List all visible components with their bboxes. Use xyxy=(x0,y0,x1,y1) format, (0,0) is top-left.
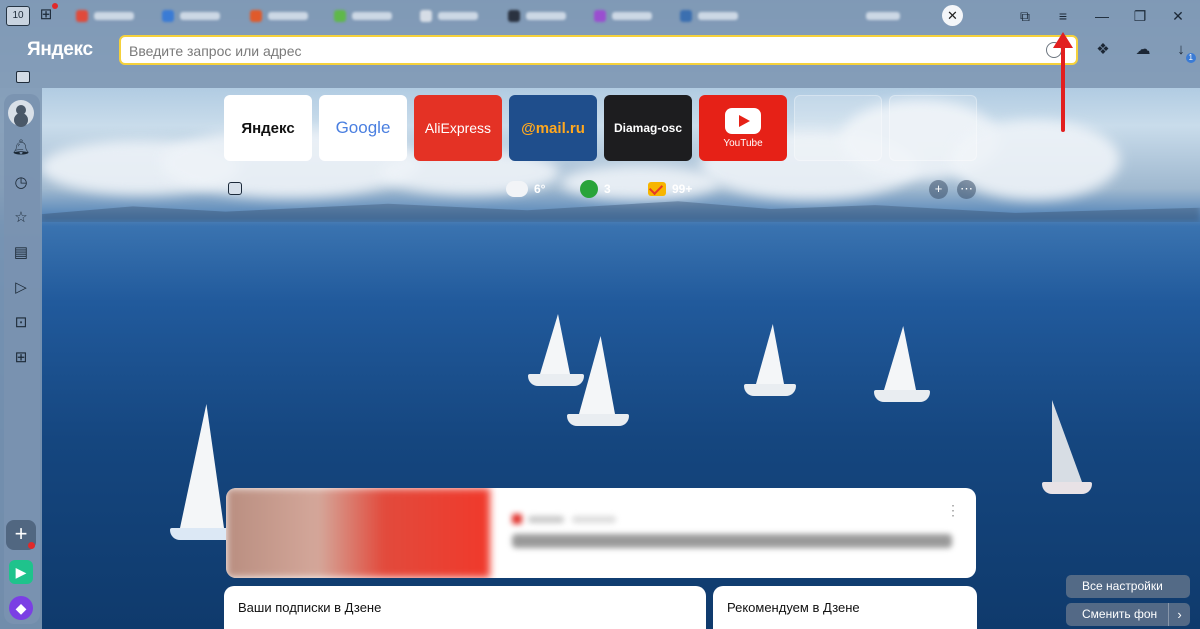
tile-label: @mail.ru xyxy=(521,119,585,137)
restore-icon[interactable]: ❐ xyxy=(1130,6,1150,26)
add-app-button[interactable]: + xyxy=(6,520,36,550)
downloads-icon[interactable]: ↓ 1 xyxy=(1170,39,1196,63)
tab-counter-button[interactable]: 10 xyxy=(6,6,30,26)
zen-recommended-card[interactable]: Рекомендуем в Дзене xyxy=(713,586,977,629)
zen-recommended-title: Рекомендуем в Дзене xyxy=(727,600,860,615)
browser-tab[interactable] xyxy=(594,7,652,25)
tile-label: YouTube xyxy=(723,137,763,149)
all-settings-button[interactable]: Все настройки xyxy=(1066,575,1190,598)
zen-subscriptions-title: Ваши подписки в Дзене xyxy=(238,600,382,615)
tile-label: Яндекс xyxy=(241,119,295,137)
all-settings-label: Все настройки xyxy=(1082,579,1163,593)
notification-dot xyxy=(52,3,58,9)
browser-tab[interactable] xyxy=(162,7,220,25)
traffic-widget[interactable]: 3 xyxy=(580,178,611,200)
red-arrow-shaft xyxy=(1061,40,1065,132)
new-tab-icon[interactable]: ⊞ xyxy=(36,3,58,25)
play-video-icon[interactable]: ▷ xyxy=(8,275,34,301)
traffic-light-icon xyxy=(580,180,598,198)
tile-aliexpress[interactable]: AliExpress xyxy=(414,95,502,161)
youtube-play-icon xyxy=(725,107,761,134)
messenger-app-icon[interactable]: ▶ xyxy=(9,560,33,584)
weather-widget[interactable]: 6° xyxy=(506,175,546,200)
profile-icon[interactable]: ☁ xyxy=(1132,39,1154,61)
omnibox[interactable] xyxy=(119,35,1078,65)
tile-label: AliExpress xyxy=(424,120,492,136)
alice-assistant-icon[interactable]: ◆ xyxy=(9,596,33,620)
browser-tab[interactable] xyxy=(508,7,566,25)
sidebar: 🔔︎ ◷ ☆ ▤ ▷ ⊡ ⊞ + ▶ ◆ xyxy=(0,88,42,629)
tile-diamag[interactable]: Diamag-osc xyxy=(604,95,692,161)
browser-tab[interactable] xyxy=(866,7,900,25)
browser-tab[interactable] xyxy=(250,7,308,25)
screenshot-camera-icon[interactable]: ⊡ xyxy=(8,310,34,336)
minimize-icon[interactable]: — xyxy=(1092,6,1112,26)
traffic-score: 3 xyxy=(604,182,611,196)
address-bar-row: Яндекс ❖ ☁ ↓1 xyxy=(0,32,1200,68)
more-options-icon[interactable]: ⋮ xyxy=(946,502,960,519)
tile-empty[interactable] xyxy=(794,95,882,161)
tab-bar: 10 ⊞ ✕ ⧉ ≡ — ❐ ✕ xyxy=(0,0,1200,32)
notification-dot xyxy=(28,542,35,549)
change-background-button[interactable]: Сменить фон › xyxy=(1066,603,1190,626)
collections-icon[interactable]: ⧉ xyxy=(1015,6,1035,26)
tile-yandex[interactable]: Яндекс xyxy=(224,95,312,161)
weather-cloud-icon xyxy=(506,175,528,197)
bookmark-image-icon[interactable] xyxy=(16,71,30,83)
mail-widget[interactable]: 99+ xyxy=(648,178,692,200)
browser-tab[interactable] xyxy=(334,7,392,25)
close-window-icon[interactable]: ✕ xyxy=(1168,6,1188,26)
close-tab-icon[interactable]: ✕ xyxy=(942,5,963,26)
tile-empty[interactable] xyxy=(889,95,977,161)
zen-news-card[interactable]: ⋮ xyxy=(226,488,976,578)
collections-icon[interactable]: ▤ xyxy=(8,240,34,266)
chevron-right-icon[interactable]: › xyxy=(1168,603,1190,626)
bookmarks-star-icon[interactable]: ☆ xyxy=(8,205,34,231)
address-input[interactable] xyxy=(129,41,1029,61)
browser-tab[interactable] xyxy=(420,7,478,25)
mail-count: 99+ xyxy=(672,182,693,196)
yandex-logo[interactable]: Яндекс xyxy=(27,39,93,61)
zen-subscriptions-card[interactable]: Ваши подписки в Дзене xyxy=(224,586,706,629)
add-tile-button[interactable]: + xyxy=(929,180,948,199)
browser-tab[interactable] xyxy=(76,7,134,25)
menu-icon[interactable]: ≡ xyxy=(1053,6,1073,26)
bookmarks-bar xyxy=(0,68,1200,88)
extensions-icon[interactable]: ❖ xyxy=(1092,39,1114,61)
tile-mailru[interactable]: @mail.ru xyxy=(509,95,597,161)
tile-label: Diamag-osc xyxy=(613,121,683,135)
user-avatar-icon[interactable] xyxy=(8,100,34,126)
history-clock-icon[interactable]: ◷ xyxy=(8,170,34,196)
downloads-badge: 1 xyxy=(1185,53,1196,63)
tile-youtube[interactable]: YouTube xyxy=(699,95,787,161)
tile-label: Google xyxy=(335,118,391,137)
news-image xyxy=(226,488,490,578)
notifications-bell-icon[interactable]: 🔔︎ xyxy=(8,135,34,161)
tile-google[interactable]: Google xyxy=(319,95,407,161)
tile-settings-icon[interactable] xyxy=(228,182,242,195)
apps-grid-icon[interactable]: ⊞ xyxy=(8,345,34,371)
change-background-label: Сменить фон xyxy=(1082,607,1158,621)
browser-tab[interactable] xyxy=(680,7,738,25)
mail-envelope-icon xyxy=(648,182,666,196)
more-options-icon[interactable]: ⋯ xyxy=(957,180,976,199)
weather-temperature: 6° xyxy=(534,182,546,196)
